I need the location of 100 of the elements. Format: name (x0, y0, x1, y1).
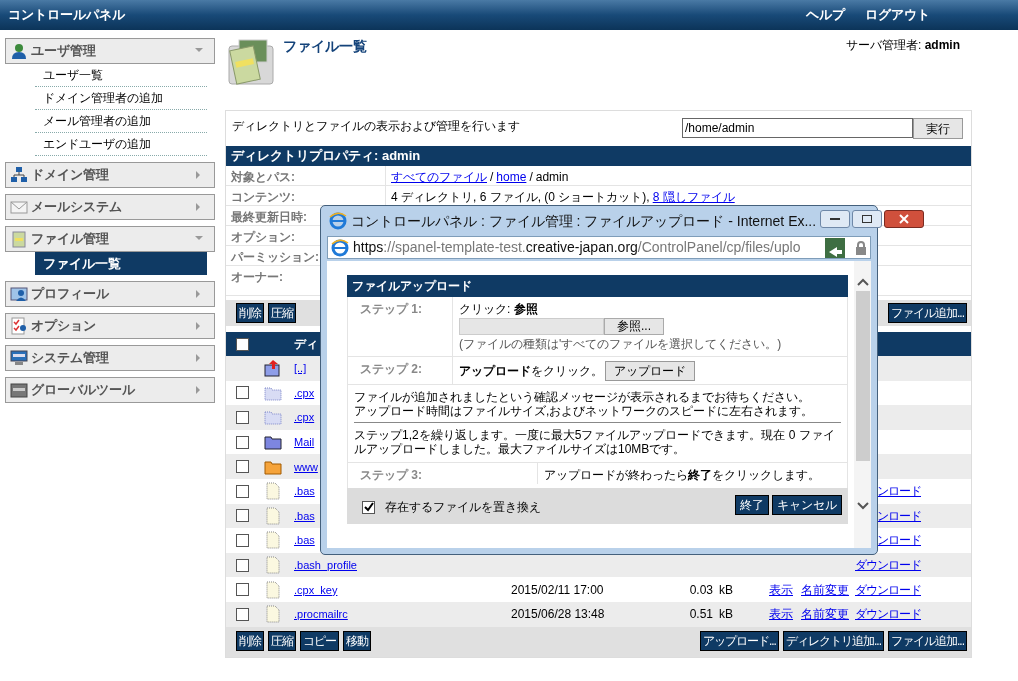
toolbar-button[interactable]: 削除 (236, 630, 264, 651)
checkbox[interactable] (236, 484, 249, 498)
maximize-button[interactable] (852, 210, 883, 228)
description: ディレクトリとファイルの表示および管理を行います (232, 118, 520, 135)
toolbar-button[interactable]: ディレクトリ追加... (782, 630, 884, 651)
dialog-button[interactable]: 終了 (735, 495, 769, 515)
sidebar-item[interactable]: ユーザ一覧 (35, 64, 207, 87)
browser-icon (331, 238, 349, 257)
download-link[interactable]: ダウンロード (855, 605, 921, 624)
rename-link[interactable]: 名前変更 (801, 607, 849, 622)
toolbar-button[interactable]: 移動 (343, 630, 371, 651)
column-header: ディ (294, 336, 318, 353)
checkbox[interactable] (236, 607, 249, 621)
toolbar-button[interactable]: 圧縮 (268, 303, 296, 323)
checkbox[interactable] (236, 411, 249, 424)
scroll-down-icon (856, 501, 869, 511)
checkbox[interactable] (236, 435, 249, 449)
section-header: ディレクトリプロパティ: admin (226, 146, 971, 166)
sidebar-item[interactable]: メール管理者の追加 (35, 110, 207, 133)
run-button[interactable]: 実行 (913, 118, 963, 139)
dialog-button[interactable]: キャンセル (772, 495, 842, 515)
path-separator: / (529, 169, 533, 186)
sidebar-section[interactable]: システム管理 (5, 345, 215, 371)
rename-link[interactable]: 名前変更 (801, 582, 849, 597)
toolbar-button[interactable]: 圧縮 (268, 630, 296, 651)
view-link[interactable]: 表示 (769, 607, 793, 622)
file-link[interactable]: .bas (294, 509, 315, 522)
scroll-thumb[interactable] (855, 291, 870, 461)
upload-button[interactable]: アップロード (605, 360, 695, 381)
checkbox[interactable] (236, 386, 249, 400)
file-path-field[interactable] (459, 318, 604, 335)
checkbox[interactable] (236, 558, 249, 572)
size-cell: 0.51 (689, 607, 713, 622)
sidebar-section[interactable]: オプション (5, 313, 215, 339)
file-link[interactable]: .bas (294, 534, 315, 547)
checkbox[interactable] (236, 337, 249, 351)
sidebar-section[interactable]: ファイル管理 (5, 226, 215, 252)
up-folder-icon (264, 359, 282, 378)
checkbox[interactable] (362, 500, 375, 514)
checkbox[interactable] (236, 533, 249, 547)
step-instruction: アップロードが終わったら終了をクリックします。 (543, 467, 820, 484)
checkbox[interactable] (236, 509, 249, 523)
checkbox[interactable] (236, 583, 249, 597)
file-link[interactable]: www (294, 460, 318, 473)
file-link[interactable]: .procmailrc (294, 608, 348, 621)
toolbar-button[interactable]: ファイル追加... (888, 303, 967, 323)
breadcrumb-link[interactable]: home (496, 168, 527, 186)
scroll-up-icon (856, 277, 869, 287)
sidebar-section[interactable]: ユーザ管理 (5, 38, 215, 64)
toolbar-button[interactable]: ファイル追加... (888, 630, 967, 651)
file-link[interactable]: Mail (294, 436, 315, 449)
sidebar-section[interactable]: グローバルツール (5, 377, 215, 403)
path-field[interactable]: /home/admin (682, 118, 913, 138)
topbar-link[interactable]: ヘルプ (806, 5, 845, 25)
close-button[interactable] (884, 210, 925, 228)
url-part: /ControlPanel/cp/files/uplo (637, 238, 801, 257)
file-link[interactable]: .cpx (294, 411, 315, 424)
sidebar-section[interactable]: ドメイン管理 (5, 162, 215, 188)
toolbar-button[interactable]: 削除 (236, 303, 264, 323)
url-part: ://spanel-template-test. (383, 238, 526, 257)
download-link[interactable]: ンロード (877, 531, 921, 550)
id-card-icon (10, 285, 28, 303)
file-link[interactable]: [..] (294, 362, 307, 375)
file-icon (264, 605, 282, 624)
sidebar-section[interactable]: プロフィール (5, 281, 215, 307)
hidden-files-link[interactable]: 8 隠しファイル (652, 188, 735, 206)
download-link[interactable]: ダウンロード (855, 580, 921, 599)
url-part: creative-japan.org (525, 238, 638, 257)
sidebar-section[interactable]: メールシステム (5, 194, 215, 220)
minimize-icon (830, 217, 841, 221)
network-icon (10, 166, 28, 184)
file-link[interactable]: .cpx_key (294, 583, 338, 596)
toolbar-button[interactable]: アップロード... (699, 630, 779, 651)
file-link[interactable]: .bash_profile (294, 559, 357, 572)
notice-text: ファイルが追加されましたという確認メッセージが表示されるまでお待ちください。 (354, 390, 811, 404)
checkbox-label: 存在するファイルを置き換え (385, 499, 541, 516)
download-link[interactable]: ンロード (877, 482, 921, 501)
toolbar-button[interactable]: コピー (300, 630, 339, 651)
breadcrumb-link[interactable]: すべてのファイル (391, 168, 487, 186)
sidebar-item[interactable]: ファイル一覧 (35, 252, 207, 275)
file-icon (264, 580, 282, 599)
download-link[interactable]: ダウンロード (855, 556, 921, 575)
topbar-link[interactable]: ログアウト (865, 5, 930, 25)
page-title: ファイル一覧 (283, 37, 367, 56)
browse-button[interactable]: 参照... (604, 318, 664, 335)
size-cell: 0.03 (689, 582, 713, 597)
file-link[interactable]: .cpx (294, 386, 315, 399)
scrollbar[interactable] (854, 261, 871, 548)
file-link[interactable]: .bas (294, 485, 315, 498)
toolbox-icon (10, 381, 28, 399)
minimize-button[interactable] (820, 210, 851, 228)
document-icon (10, 230, 28, 248)
sidebar-item[interactable]: エンドユーザの追加 (35, 133, 207, 156)
checkbox[interactable] (236, 460, 249, 474)
close-icon (899, 214, 910, 224)
view-link[interactable]: 表示 (769, 582, 793, 597)
download-link[interactable]: ンロード (877, 506, 921, 525)
lock-icon (855, 240, 867, 255)
address-bar[interactable]: https://spanel-template-test.creative-japan.org/ControlPanel/cp/files/uplo (327, 236, 871, 259)
sidebar-item[interactable]: ドメイン管理者の追加 (35, 87, 207, 110)
